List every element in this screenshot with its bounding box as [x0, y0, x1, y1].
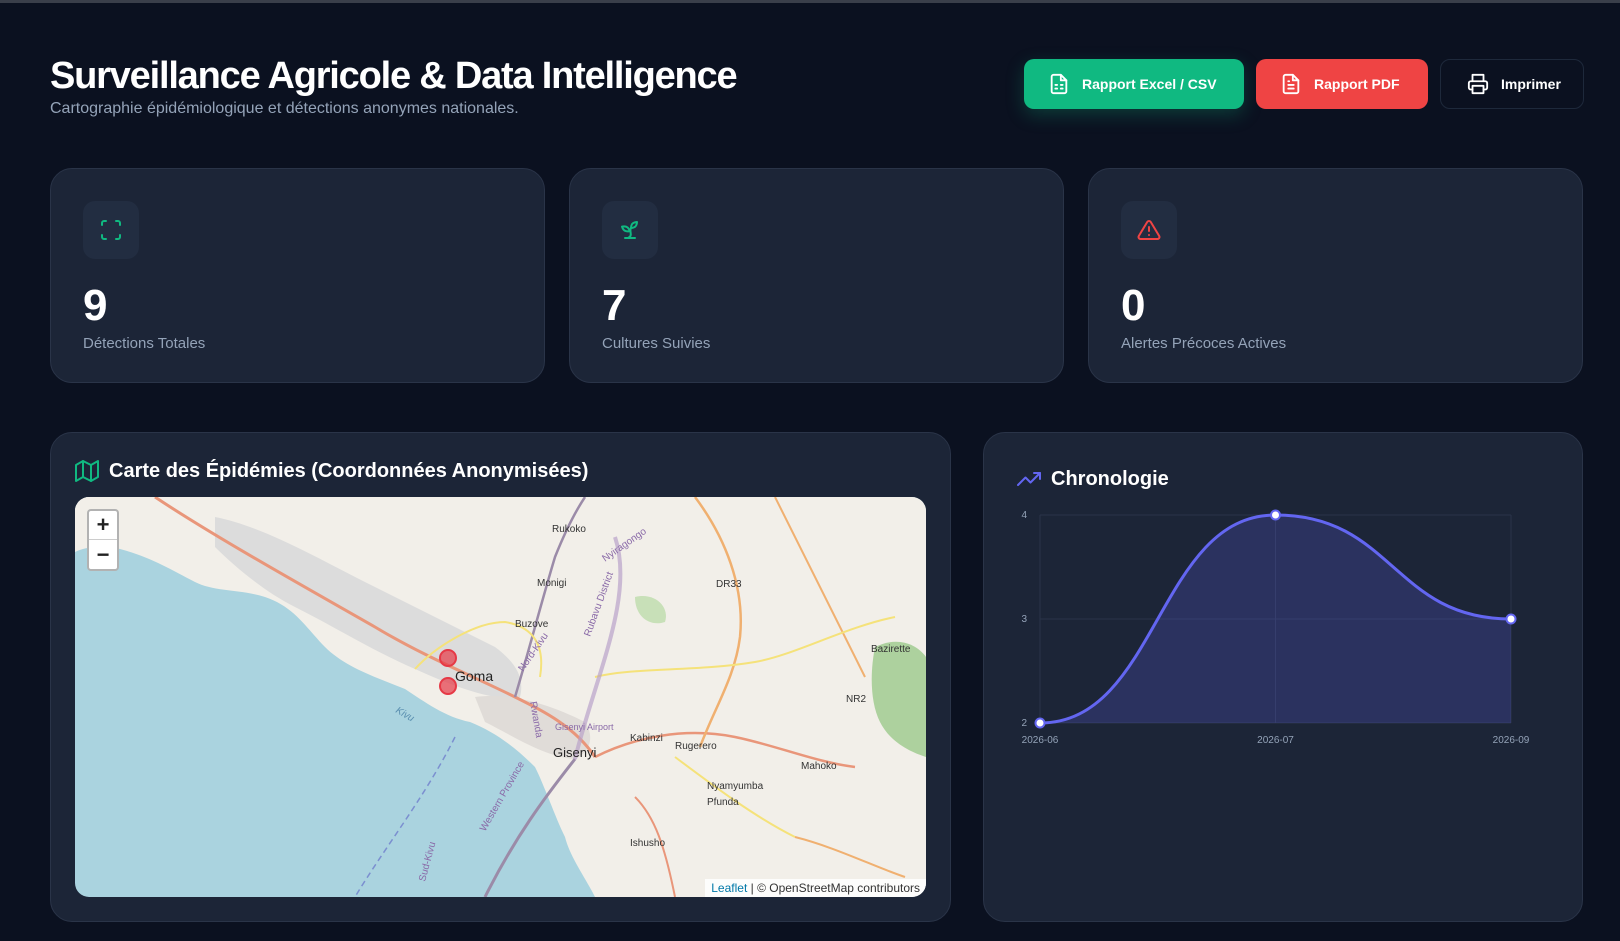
- scan-icon: [101, 220, 121, 240]
- place-label: Gisenyi Airport: [555, 722, 614, 732]
- data-point: [1270, 509, 1281, 521]
- data-point: [1505, 613, 1517, 625]
- place-label: Pfunda: [707, 797, 739, 808]
- data-point: [1034, 717, 1046, 729]
- detection-marker[interactable]: [439, 677, 457, 695]
- place-label: Rukoko: [552, 524, 586, 535]
- y-tick-label: 2: [1021, 718, 1027, 729]
- place-label: Rugerero: [675, 741, 717, 752]
- stat-card-alerts: 0 Alertes Précoces Actives: [1088, 168, 1583, 383]
- spreadsheet-file-icon: [1050, 73, 1068, 95]
- stat-value: 7: [602, 281, 627, 330]
- stat-label: Détections Totales: [83, 335, 206, 352]
- stat-card-detections: 9 Détections Totales: [50, 168, 545, 383]
- file-text-icon: [1282, 73, 1300, 95]
- chart-panel: Chronologie 2 3 4 2026-06 2026-07 2026-09: [983, 432, 1583, 922]
- zoom-in-button[interactable]: +: [89, 511, 117, 540]
- place-label: DR33: [716, 579, 742, 590]
- y-tick-label: 4: [1021, 510, 1027, 521]
- stat-label: Cultures Suivies: [602, 335, 711, 352]
- print-label: Imprimer: [1501, 76, 1561, 92]
- place-label: Nyamyumba: [707, 781, 764, 792]
- stat-value: 0: [1121, 281, 1146, 330]
- place-label: Gisenyi: [553, 745, 596, 760]
- place-label: Kivu: [394, 705, 417, 724]
- map-panel-title: Carte des Épidémies (Coordonnées Anonymi…: [109, 459, 589, 482]
- action-bar: Rapport Excel / CSV Rapport PDF Imprimer: [1024, 59, 1584, 109]
- place-label: Mahoko: [801, 761, 837, 772]
- printer-icon: [1467, 73, 1489, 95]
- page-title: Surveillance Agricole & Data Intelligenc…: [50, 55, 738, 97]
- header: Surveillance Agricole & Data Intelligenc…: [50, 55, 738, 118]
- excel-report-label: Rapport Excel / CSV: [1082, 76, 1217, 92]
- border-line: [354, 736, 456, 897]
- stat-card-crops: 7 Cultures Suivies: [569, 168, 1064, 383]
- place-label: Kabinzi: [630, 733, 663, 744]
- place-label: Monigi: [537, 578, 566, 589]
- map-icon: [75, 460, 99, 482]
- place-label: NR2: [846, 694, 866, 705]
- pdf-report-button[interactable]: Rapport PDF: [1256, 59, 1428, 109]
- place-label: Bazirette: [871, 644, 911, 655]
- map-tiles[interactable]: Rukoko Monigi Buzove Goma Gisenyi Kabinz…: [75, 497, 926, 897]
- y-tick-label: 3: [1021, 614, 1027, 625]
- place-label: Western Province: [478, 759, 527, 833]
- place-label: Goma: [455, 668, 493, 684]
- map-panel: Carte des Épidémies (Coordonnées Anonymi…: [50, 432, 951, 922]
- place-label: Ishusho: [630, 838, 665, 849]
- zoom-out-button[interactable]: −: [89, 540, 117, 569]
- place-label: Sud-Kivu: [417, 841, 438, 883]
- excel-report-button[interactable]: Rapport Excel / CSV: [1024, 59, 1244, 109]
- page-subtitle: Cartographie épidémiologique et détectio…: [50, 100, 519, 117]
- sprout-icon: [621, 221, 638, 239]
- epidemic-map[interactable]: Rukoko Monigi Buzove Goma Gisenyi Kabinz…: [75, 497, 926, 897]
- timeline-chart: 2 3 4 2026-06 2026-07 2026-09: [1021, 509, 1530, 746]
- leaflet-link[interactable]: Leaflet: [711, 881, 747, 895]
- alert-triangle-icon: [1137, 219, 1161, 240]
- stat-label: Alertes Précoces Actives: [1121, 335, 1287, 352]
- x-tick-label: 2026-09: [1493, 735, 1530, 746]
- zoom-control: + −: [87, 509, 119, 571]
- map-attribution: Leaflet | © OpenStreetMap contributors: [705, 879, 926, 897]
- x-tick-label: 2026-06: [1022, 735, 1059, 746]
- map-panel-header: Carte des Épidémies (Coordonnées Anonymi…: [75, 459, 588, 483]
- detection-marker[interactable]: [439, 649, 457, 667]
- x-tick-label: 2026-07: [1257, 735, 1294, 746]
- place-label: Buzove: [515, 619, 549, 630]
- attribution-text: | © OpenStreetMap contributors: [750, 881, 920, 895]
- print-button[interactable]: Imprimer: [1440, 59, 1584, 109]
- stat-value: 9: [83, 281, 108, 330]
- pdf-report-label: Rapport PDF: [1314, 76, 1400, 92]
